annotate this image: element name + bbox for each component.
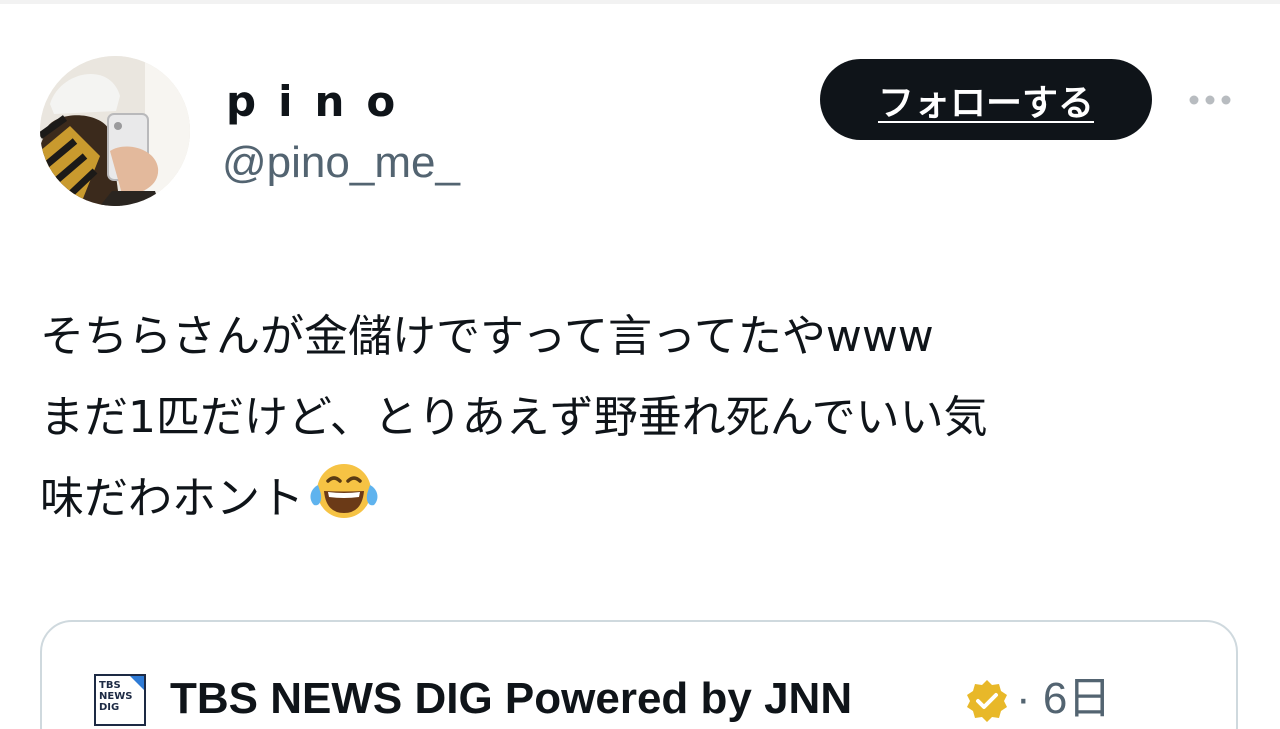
tweet-text-line-1: そちらさんが金儲けですって言ってたやwww	[40, 311, 934, 362]
user-handle[interactable]: @pino_me_	[222, 136, 460, 190]
more-dots-icon	[1189, 95, 1231, 105]
source-logo-line-3: DIG	[99, 702, 120, 713]
tweet-text: そちらさんが金儲けですって言ってたやwww まだ1匹だけど、とりあえず野垂れ死ん…	[40, 296, 1250, 547]
source-logo: TBS NEWS DIG	[94, 674, 146, 726]
more-options-button[interactable]	[1182, 84, 1238, 116]
tweet-text-line-2: まだ1匹だけど、とりあえず野垂れ死んでいい気	[40, 392, 988, 443]
laughing-crying-emoji-icon	[308, 461, 380, 547]
logo-corner-mark	[130, 676, 144, 690]
tweet-text-line-3-text: 味だわホント	[40, 473, 304, 524]
verified-badge-icon	[964, 678, 1010, 728]
top-divider	[0, 0, 1280, 4]
quoted-author-name[interactable]: TBS NEWS DIG Powered by JNN	[170, 672, 852, 726]
quoted-tweet-card[interactable]: TBS NEWS DIG TBS NEWS DIG Powered by JNN…	[40, 620, 1238, 729]
tweet-text-line-3: 味だわホント	[40, 458, 1250, 547]
quoted-timestamp[interactable]: · 6日	[1016, 672, 1111, 726]
display-name[interactable]: pino	[226, 76, 417, 128]
avatar-image	[40, 56, 190, 206]
follow-button[interactable]: フォローする	[820, 59, 1152, 140]
follow-button-label: フォローする	[877, 82, 1094, 124]
source-logo-line-2: NEWS	[99, 691, 133, 702]
avatar[interactable]	[40, 56, 190, 206]
